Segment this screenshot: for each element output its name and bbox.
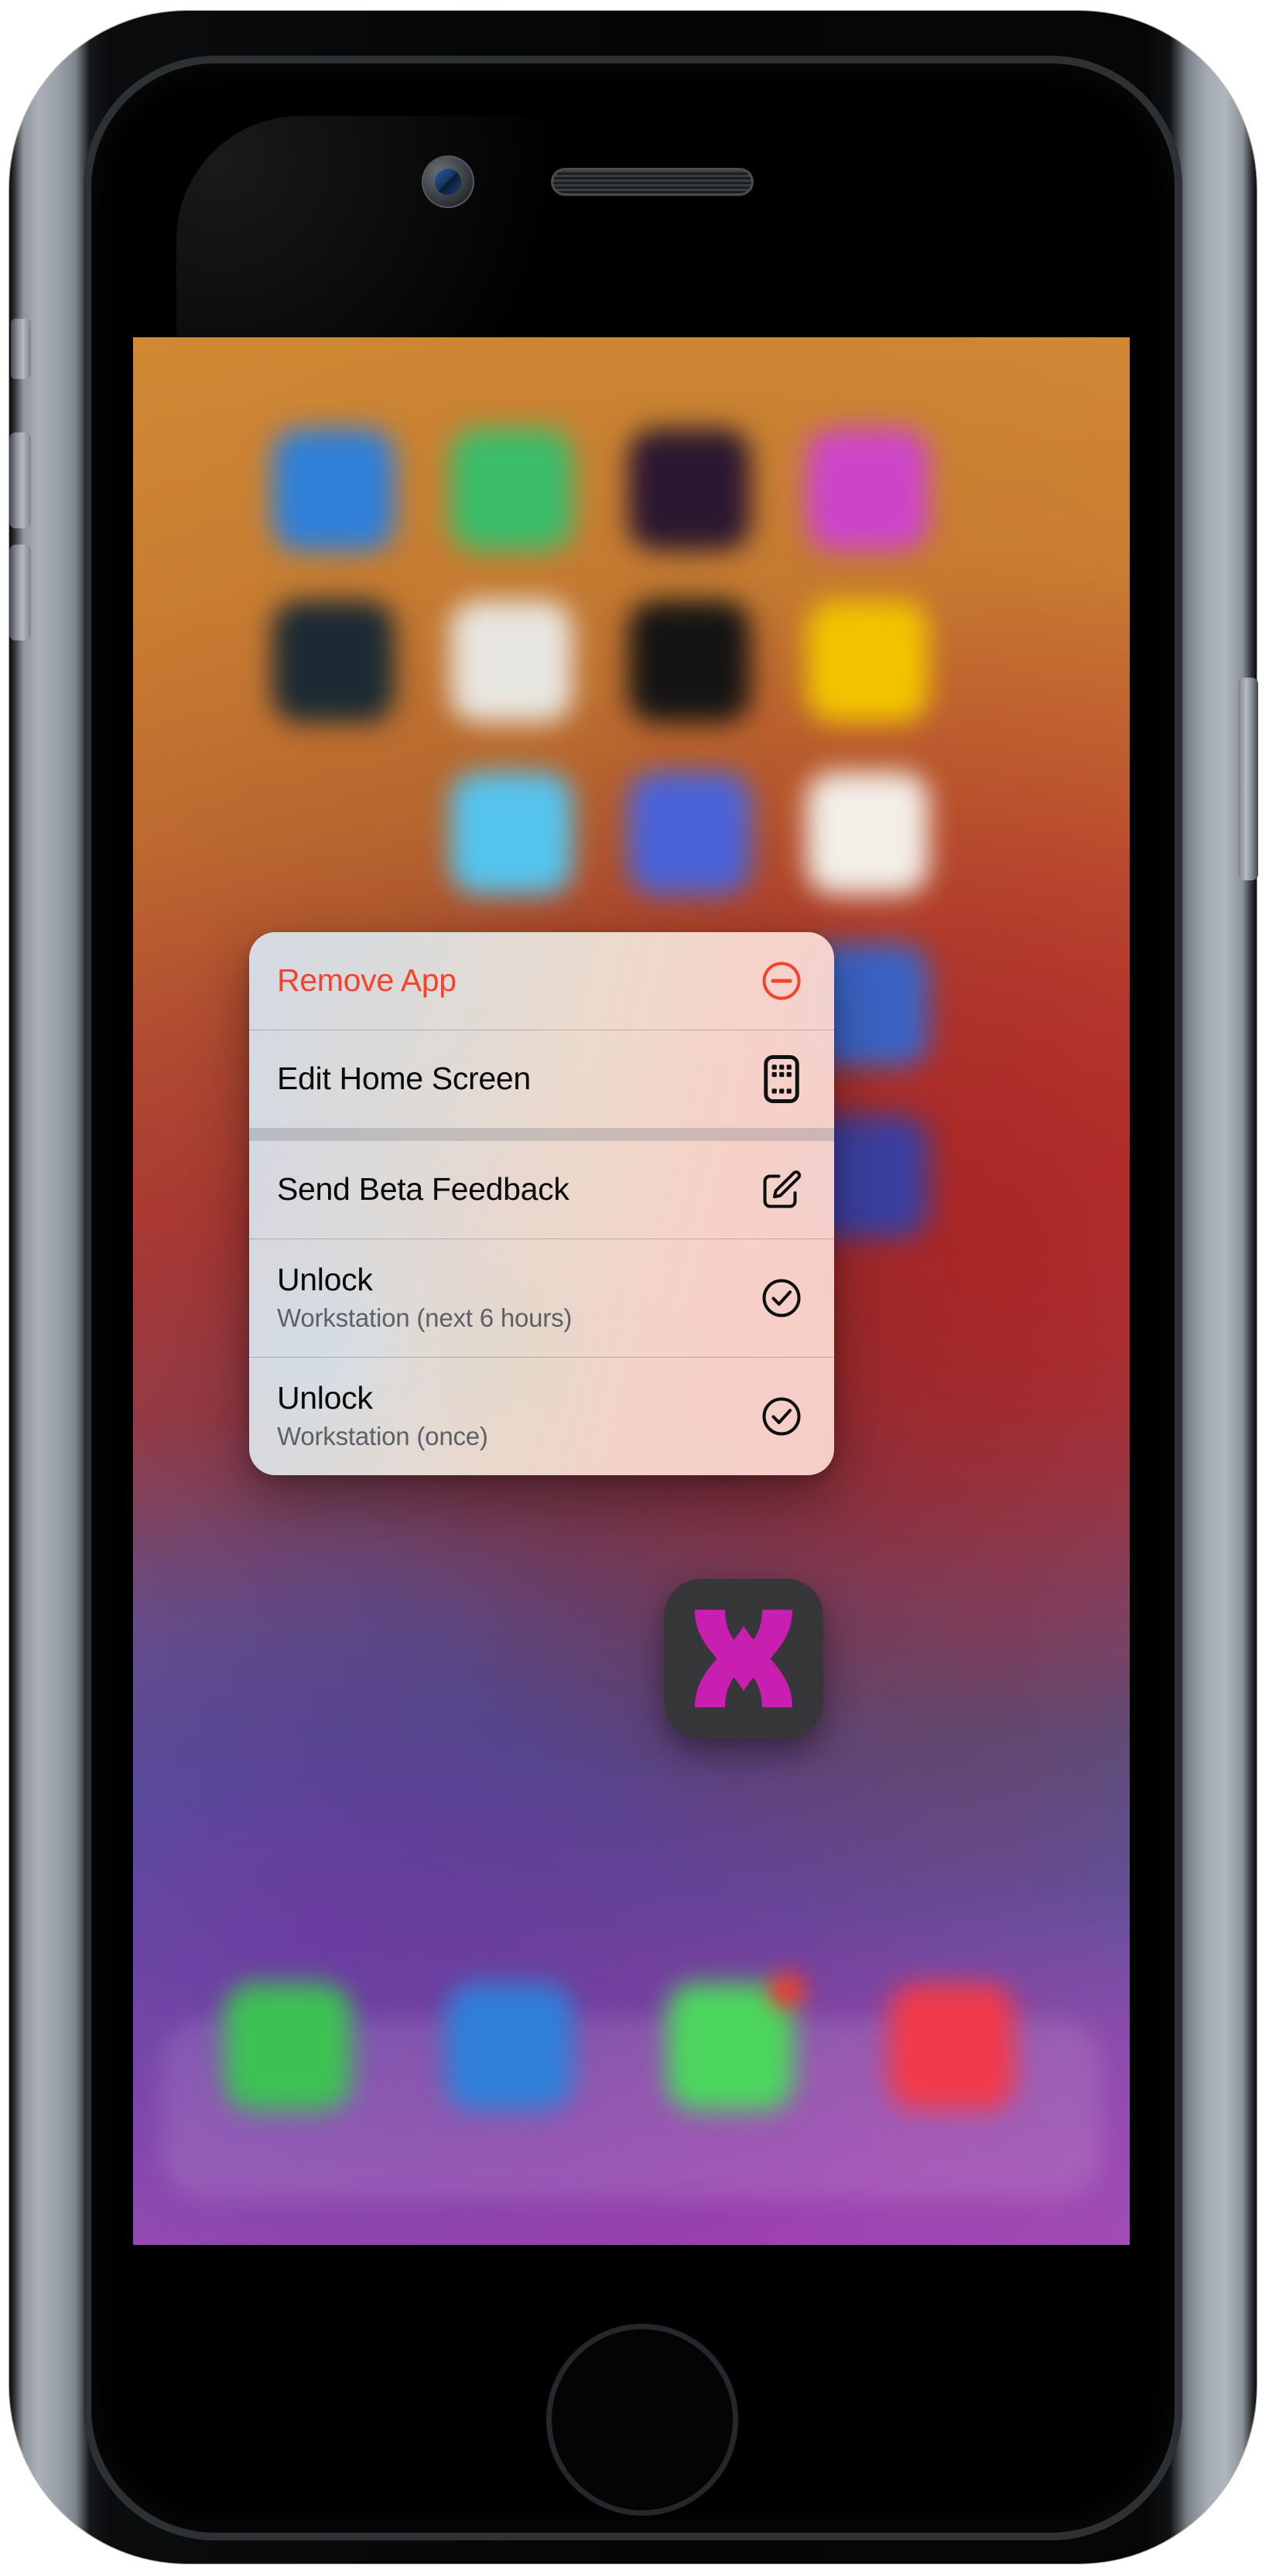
x-logo-glyph [695, 1610, 792, 1707]
menu-item-title: Remove App [277, 962, 457, 999]
menu-item-send-beta-feedback[interactable]: Send Beta Feedback [249, 1141, 834, 1238]
menu-item-unlock-workstation-6-hours[interactable]: Unlock Workstation (next 6 hours) [249, 1239, 834, 1357]
menu-item-unlock-workstation-once[interactable]: Unlock Workstation (once) [249, 1358, 834, 1475]
app-icon-white[interactable] [450, 600, 573, 723]
messages-unread-badge [769, 1973, 805, 2008]
menu-item-title: Edit Home Screen [277, 1061, 531, 1097]
menu-item-edit-home-screen[interactable]: Edit Home Screen [249, 1030, 834, 1128]
app-icon-indigo[interactable] [628, 772, 751, 894]
front-camera-icon [422, 155, 474, 208]
menu-item-labels: Remove App [277, 962, 457, 999]
app-context-menu[interactable]: Remove App Edit Home Screen Send Beta Feed… [249, 932, 834, 1475]
iphone-apps-grid-icon [757, 1054, 806, 1104]
app-icon-light-blue[interactable] [450, 772, 573, 894]
minus-circle-icon [757, 956, 806, 1006]
dock-icon-music[interactable] [888, 1983, 1015, 2110]
minus-circle-icon [762, 962, 801, 1000]
menu-separator [249, 1128, 834, 1141]
app-icon-dark-teal[interactable] [272, 600, 395, 723]
square-and-pencil-icon [763, 1170, 802, 1208]
app-icon-x-logo[interactable] [664, 1579, 823, 1738]
app-icon-yellow[interactable] [806, 600, 929, 723]
screenshot-root: Remove App Edit Home Screen Send Beta Feed… [0, 0, 1269, 2576]
iphone-apps-grid-icon [764, 1055, 799, 1103]
earpiece-speaker-icon [551, 168, 754, 196]
menu-item-title: Unlock [277, 1262, 373, 1298]
menu-item-subtitle: Workstation (once) [277, 1422, 488, 1451]
menu-item-subtitle: Workstation (next 6 hours) [277, 1303, 573, 1333]
square-and-pencil-icon [757, 1165, 806, 1215]
menu-item-title: Unlock [277, 1380, 373, 1416]
dock-icon-phone[interactable] [224, 1983, 351, 2110]
app-icon-dark-magenta[interactable] [628, 429, 751, 551]
menu-item-labels: Unlock Workstation (once) [277, 1380, 488, 1452]
app-icon-magenta[interactable] [806, 429, 929, 551]
mute-switch[interactable] [11, 319, 31, 379]
menu-item-title: Send Beta Feedback [277, 1171, 570, 1208]
menu-item-labels: Unlock Workstation (next 6 hours) [277, 1262, 572, 1334]
menu-item-labels: Edit Home Screen [277, 1061, 531, 1097]
menu-item-labels: Send Beta Feedback [277, 1171, 570, 1208]
checkmark-circle-icon [757, 1273, 806, 1323]
power-button[interactable] [1238, 678, 1258, 880]
app-icon-blue[interactable] [272, 429, 395, 551]
volume-down-button[interactable] [9, 545, 31, 641]
app-icon-green[interactable] [450, 429, 573, 551]
app-icon-black[interactable] [628, 600, 751, 723]
app-icon-white-sheet[interactable] [806, 772, 929, 894]
checkmark-circle-icon [757, 1392, 806, 1441]
device-screen: Remove App Edit Home Screen Send Beta Feed… [133, 337, 1130, 2245]
volume-up-button[interactable] [9, 432, 31, 528]
home-button[interactable] [546, 2324, 738, 2516]
dock-icon-safari[interactable] [446, 1983, 573, 2110]
checkmark-circle-icon [762, 1279, 801, 1317]
menu-item-remove-app[interactable]: Remove App [249, 932, 834, 1030]
checkmark-circle-icon [762, 1397, 801, 1436]
